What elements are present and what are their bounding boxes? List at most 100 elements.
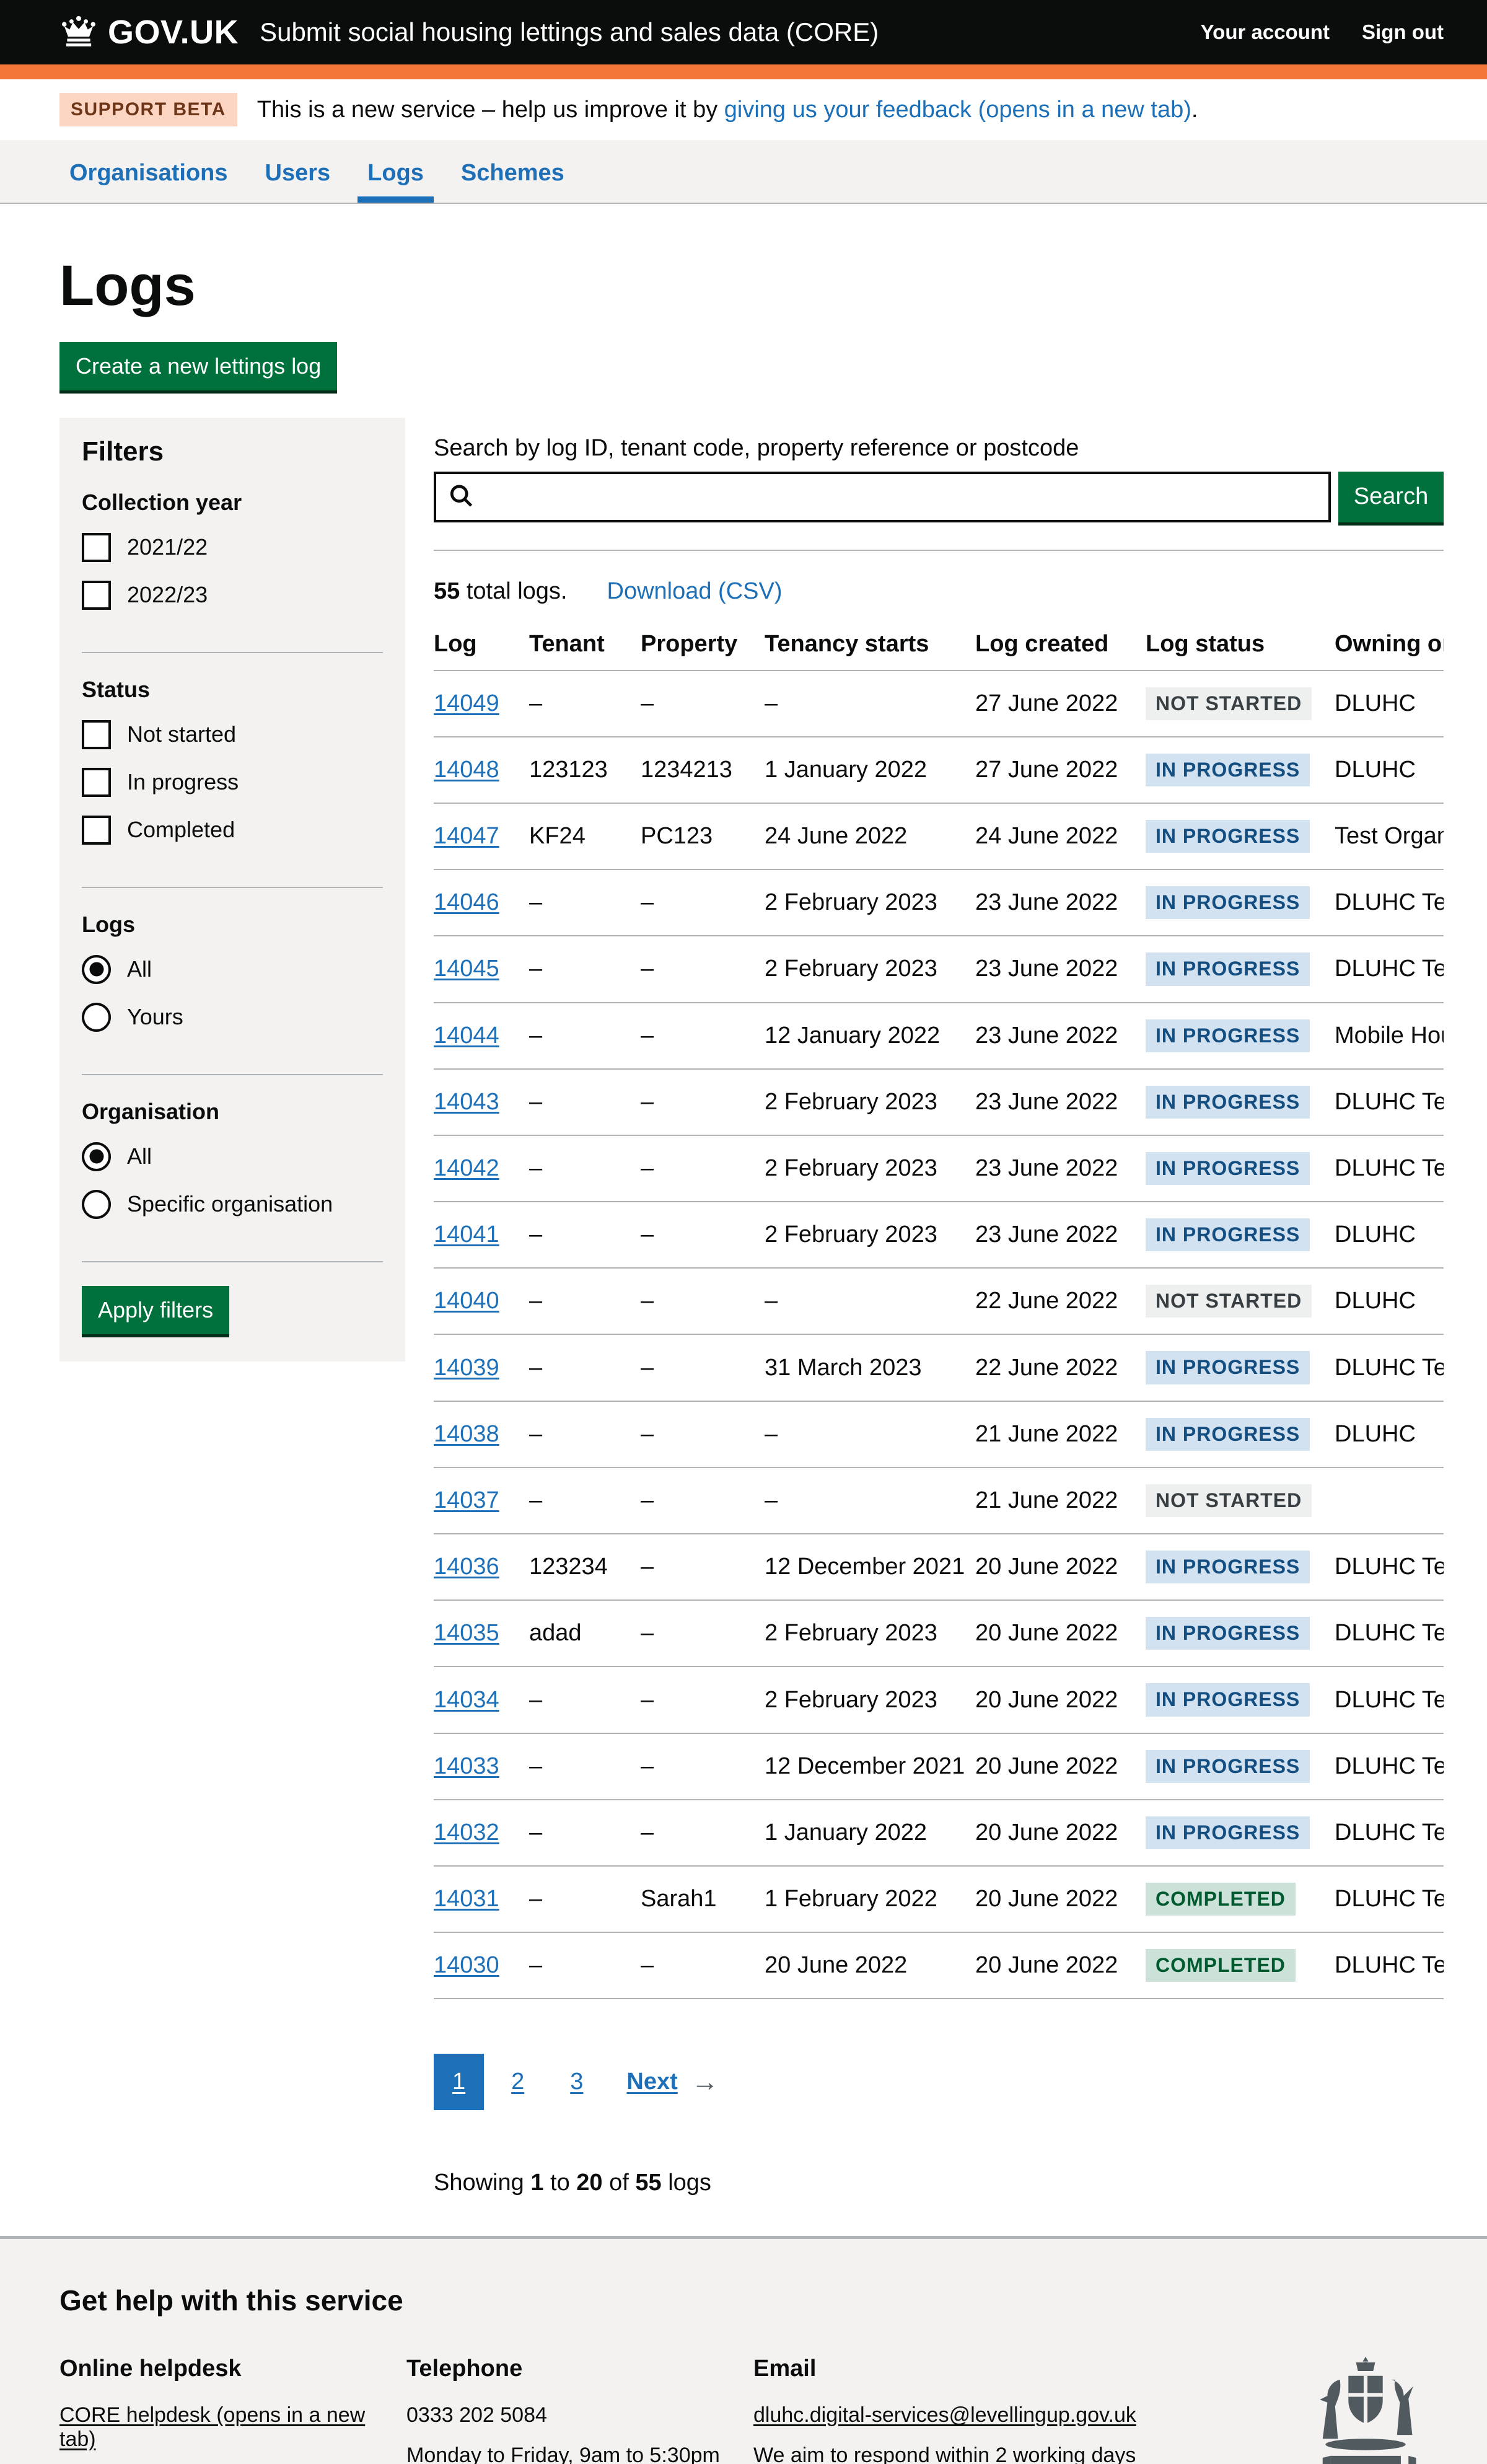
owning-organisation-cell: DLUHC bbox=[1335, 671, 1444, 737]
property-cell: – bbox=[641, 1401, 765, 1467]
nav-tab-logs[interactable]: Logs bbox=[357, 140, 434, 203]
nav-tab-users[interactable]: Users bbox=[255, 140, 341, 203]
property-cell: Sarah1 bbox=[641, 1866, 765, 1932]
log-id-link[interactable]: 14049 bbox=[434, 690, 499, 716]
owning-organisation-cell: DLUHC Test bbox=[1335, 1666, 1444, 1733]
log-id-link[interactable]: 14043 bbox=[434, 1089, 499, 1115]
sign-out-link[interactable]: Sign out bbox=[1362, 20, 1444, 44]
radio-button[interactable] bbox=[82, 1142, 111, 1171]
tenant-cell: – bbox=[529, 1202, 641, 1268]
radio-button[interactable] bbox=[82, 955, 111, 984]
filter-option: Yours bbox=[82, 1003, 383, 1032]
owning-organisation-cell: DLUHC Test bbox=[1335, 1069, 1444, 1135]
service-name[interactable]: Submit social housing lettings and sales… bbox=[260, 17, 879, 47]
filter-group-legend: Status bbox=[82, 677, 383, 703]
tenancy-starts-cell: 2 February 2023 bbox=[765, 1135, 975, 1202]
tenancy-starts-cell: – bbox=[765, 671, 975, 737]
filter-option-label: Not started bbox=[127, 721, 236, 747]
nav-tab-schemes[interactable]: Schemes bbox=[451, 140, 574, 203]
log-id-link[interactable]: 14044 bbox=[434, 1023, 499, 1049]
gov-uk-logo[interactable]: GOV.UK bbox=[59, 13, 239, 51]
radio-button[interactable] bbox=[82, 1003, 111, 1032]
filter-option-label: In progress bbox=[127, 769, 239, 795]
royal-coat-of-arms-icon bbox=[1304, 2356, 1428, 2464]
owning-organisation-cell: DLUHC bbox=[1335, 737, 1444, 803]
tenant-cell: – bbox=[529, 1467, 641, 1534]
log-created-cell: 21 June 2022 bbox=[975, 1467, 1146, 1534]
log-id-link[interactable]: 14045 bbox=[434, 956, 499, 982]
log-id-link[interactable]: 14047 bbox=[434, 823, 499, 849]
create-lettings-log-button[interactable]: Create a new lettings log bbox=[59, 342, 337, 390]
filters-title: Filters bbox=[82, 436, 383, 467]
pagination-page-link[interactable]: 2 bbox=[493, 2054, 543, 2110]
radio-button[interactable] bbox=[82, 1190, 111, 1219]
search-button[interactable]: Search bbox=[1338, 472, 1444, 522]
log-id-link[interactable]: 14034 bbox=[434, 1687, 499, 1713]
log-created-cell: 23 June 2022 bbox=[975, 1202, 1146, 1268]
pagination-current-page[interactable]: 1 bbox=[434, 2054, 484, 2110]
total-logs-text: 55 total logs. bbox=[434, 578, 568, 605]
your-account-link[interactable]: Your account bbox=[1201, 20, 1330, 44]
table-row: 14046 – – 2 February 2023 23 June 2022 I… bbox=[434, 869, 1444, 936]
checkbox[interactable] bbox=[82, 816, 111, 845]
nav-tab-organisations[interactable]: Organisations bbox=[59, 140, 238, 203]
log-created-cell: 20 June 2022 bbox=[975, 1600, 1146, 1666]
filter-option: All bbox=[82, 1142, 383, 1171]
table-row: 14038 – – – 21 June 2022 IN PROGRESS DLU… bbox=[434, 1401, 1444, 1467]
property-cell: – bbox=[641, 1932, 765, 1999]
owning-organisation-cell: DLUHC bbox=[1335, 1401, 1444, 1467]
pagination-next-link[interactable]: Next bbox=[626, 2069, 677, 2095]
log-id-link[interactable]: 14041 bbox=[434, 1221, 499, 1247]
search-input[interactable] bbox=[434, 472, 1331, 522]
log-id-link[interactable]: 14033 bbox=[434, 1753, 499, 1779]
tenancy-starts-cell: 1 January 2022 bbox=[765, 1800, 975, 1866]
footer-text: 0333 202 5084 bbox=[406, 2403, 753, 2427]
table-row: 14030 – – 20 June 2022 20 June 2022 COMP… bbox=[434, 1932, 1444, 1999]
property-cell: – bbox=[641, 1003, 765, 1069]
filters-divider bbox=[82, 652, 383, 653]
filter-group-legend: Organisation bbox=[82, 1099, 383, 1125]
pagination: 123Next→ bbox=[434, 2054, 1444, 2110]
filter-option-label: All bbox=[127, 956, 152, 982]
property-cell: – bbox=[641, 1666, 765, 1733]
apply-filters-button[interactable]: Apply filters bbox=[82, 1286, 229, 1334]
tenancy-starts-cell: 2 February 2023 bbox=[765, 936, 975, 1002]
log-created-cell: 22 June 2022 bbox=[975, 1334, 1146, 1401]
status-badge: IN PROGRESS bbox=[1146, 1617, 1310, 1650]
feedback-link[interactable]: giving us your feedback (opens in a new … bbox=[724, 97, 1191, 123]
filters-divider bbox=[82, 1074, 383, 1075]
table-row: 14039 – – 31 March 2023 22 June 2022 IN … bbox=[434, 1334, 1444, 1401]
log-id-link[interactable]: 14038 bbox=[434, 1421, 499, 1447]
primary-nav: Organisations Users Logs Schemes bbox=[0, 140, 1487, 204]
download-csv-link[interactable]: Download (CSV) bbox=[607, 578, 783, 605]
table-row: 14049 – – – 27 June 2022 NOT STARTED DLU… bbox=[434, 671, 1444, 737]
log-id-link[interactable]: 14030 bbox=[434, 1952, 499, 1978]
log-id-link[interactable]: 14031 bbox=[434, 1886, 499, 1912]
log-id-link[interactable]: 14039 bbox=[434, 1355, 499, 1381]
log-id-link[interactable]: 14042 bbox=[434, 1155, 499, 1181]
tenant-cell: – bbox=[529, 1135, 641, 1202]
footer-column: Email dluhc.digital-services@levellingup… bbox=[753, 2356, 1162, 2464]
tenant-cell: 123123 bbox=[529, 737, 641, 803]
checkbox[interactable] bbox=[82, 768, 111, 797]
tenancy-starts-cell: 2 February 2023 bbox=[765, 1666, 975, 1733]
log-id-link[interactable]: 14036 bbox=[434, 1554, 499, 1580]
pagination-page-link[interactable]: 3 bbox=[551, 2054, 602, 2110]
filter-group-legend: Collection year bbox=[82, 490, 383, 516]
log-id-link[interactable]: 14040 bbox=[434, 1288, 499, 1314]
log-id-link[interactable]: 14046 bbox=[434, 889, 499, 915]
footer-link[interactable]: CORE helpdesk (opens in a new tab) bbox=[59, 2403, 406, 2452]
log-id-link[interactable]: 14035 bbox=[434, 1620, 499, 1646]
checkbox[interactable] bbox=[82, 581, 111, 610]
tenancy-starts-cell: 1 February 2022 bbox=[765, 1866, 975, 1932]
footer-link[interactable]: dluhc.digital-services@levellingup.gov.u… bbox=[753, 2403, 1136, 2427]
log-id-link[interactable]: 14037 bbox=[434, 1487, 499, 1513]
log-id-link[interactable]: 14032 bbox=[434, 1819, 499, 1846]
search-icon bbox=[447, 482, 475, 512]
checkbox[interactable] bbox=[82, 533, 111, 562]
log-id-link[interactable]: 14048 bbox=[434, 757, 499, 783]
checkbox[interactable] bbox=[82, 720, 111, 749]
table-row: 14044 – – 12 January 2022 23 June 2022 I… bbox=[434, 1003, 1444, 1069]
col-header-tenancy-starts: Tenancy starts bbox=[765, 621, 975, 671]
property-cell: – bbox=[641, 671, 765, 737]
